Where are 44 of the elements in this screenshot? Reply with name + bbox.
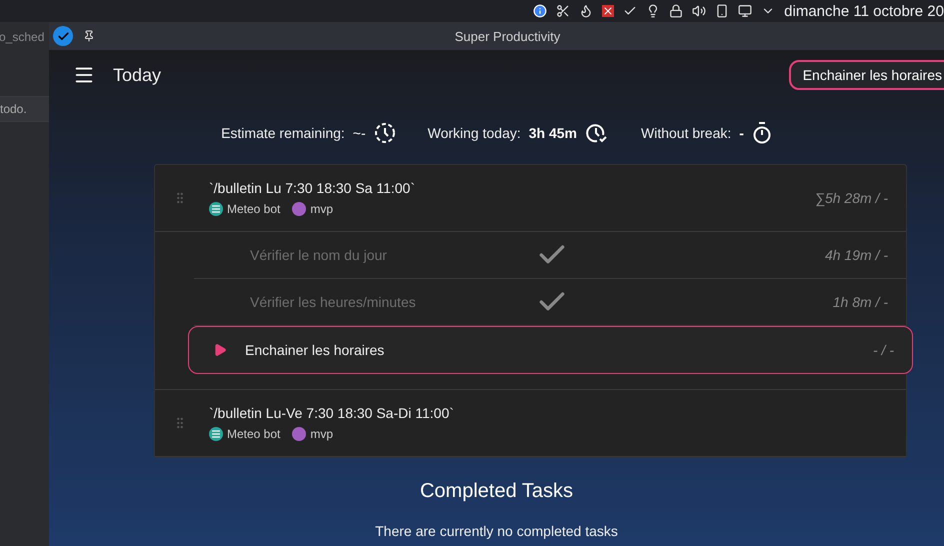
stat-value: 3h 45m xyxy=(528,125,577,141)
task-title: `/bulletin Lu-Ve 7:30 18:30 Sa-Di 11:00` xyxy=(209,405,455,421)
subtask-title: Enchainer les horaires xyxy=(245,342,386,358)
tag-chip[interactable]: mvp xyxy=(292,427,334,441)
current-subtask-row[interactable]: Enchainer les horaires - / - xyxy=(188,326,913,374)
scissors-icon[interactable] xyxy=(556,4,570,18)
tag-chip[interactable]: mvp xyxy=(292,202,334,216)
close-icon[interactable] xyxy=(602,5,614,17)
file-item[interactable]: todo. xyxy=(0,96,49,122)
project-tag[interactable]: Meteo bot xyxy=(209,427,280,441)
stat-value: - xyxy=(739,125,744,141)
speaker-icon[interactable] xyxy=(692,4,706,18)
subtask-title: Vérifier les heures/minutes xyxy=(250,294,417,310)
stopwatch-icon xyxy=(752,122,772,144)
pin-icon[interactable] xyxy=(83,30,95,42)
clock-icon xyxy=(374,122,396,144)
clock-check-icon xyxy=(585,122,609,144)
subtask-row[interactable]: Vérifier le nom du jour 4h 19m / - xyxy=(194,232,906,279)
page-title: Today xyxy=(113,64,162,86)
clock-date[interactable]: dimanche 11 octobre 20 xyxy=(784,2,944,20)
lock-icon[interactable] xyxy=(669,4,684,18)
section-title: Completed Tasks xyxy=(420,480,574,503)
monitor-icon[interactable] xyxy=(738,4,752,18)
flame-icon[interactable] xyxy=(579,4,594,18)
window-title: Super Productivity xyxy=(454,28,562,44)
empty-message: There are currently no completed tasks xyxy=(375,523,618,539)
app-logo-icon xyxy=(53,26,73,46)
task-row[interactable]: `/bulletin Lu 7:30 18:30 Sa 11:00` Meteo bot mvp ∑5h 28m / - xyxy=(155,165,906,232)
info-icon[interactable] xyxy=(533,4,548,18)
subtask-title: Vérifier le nom du jour xyxy=(250,247,388,263)
stat-label: Working today: xyxy=(428,125,521,141)
stat-label: Estimate remaining: xyxy=(221,125,345,141)
current-task-button[interactable]: Enchainer les horaires xyxy=(788,60,944,90)
subtask-time: - / - xyxy=(873,342,894,358)
phone-icon[interactable] xyxy=(715,4,730,18)
subtask-time: 1h 8m / - xyxy=(832,294,888,310)
task-title: `/bulletin Lu 7:30 18:30 Sa 11:00` xyxy=(209,180,416,196)
play-icon[interactable] xyxy=(213,343,227,357)
task-time: ∑5h 28m / - xyxy=(814,190,888,206)
project-tag[interactable]: Meteo bot xyxy=(209,202,280,216)
stat-label: Without break: xyxy=(641,125,732,141)
subtask-time: 4h 19m / - xyxy=(824,247,888,263)
task-row[interactable]: `/bulletin Lu-Ve 7:30 18:30 Sa-Di 11:00` Meteo bot mvp xyxy=(155,390,906,457)
stat-value: ~- xyxy=(352,125,366,141)
